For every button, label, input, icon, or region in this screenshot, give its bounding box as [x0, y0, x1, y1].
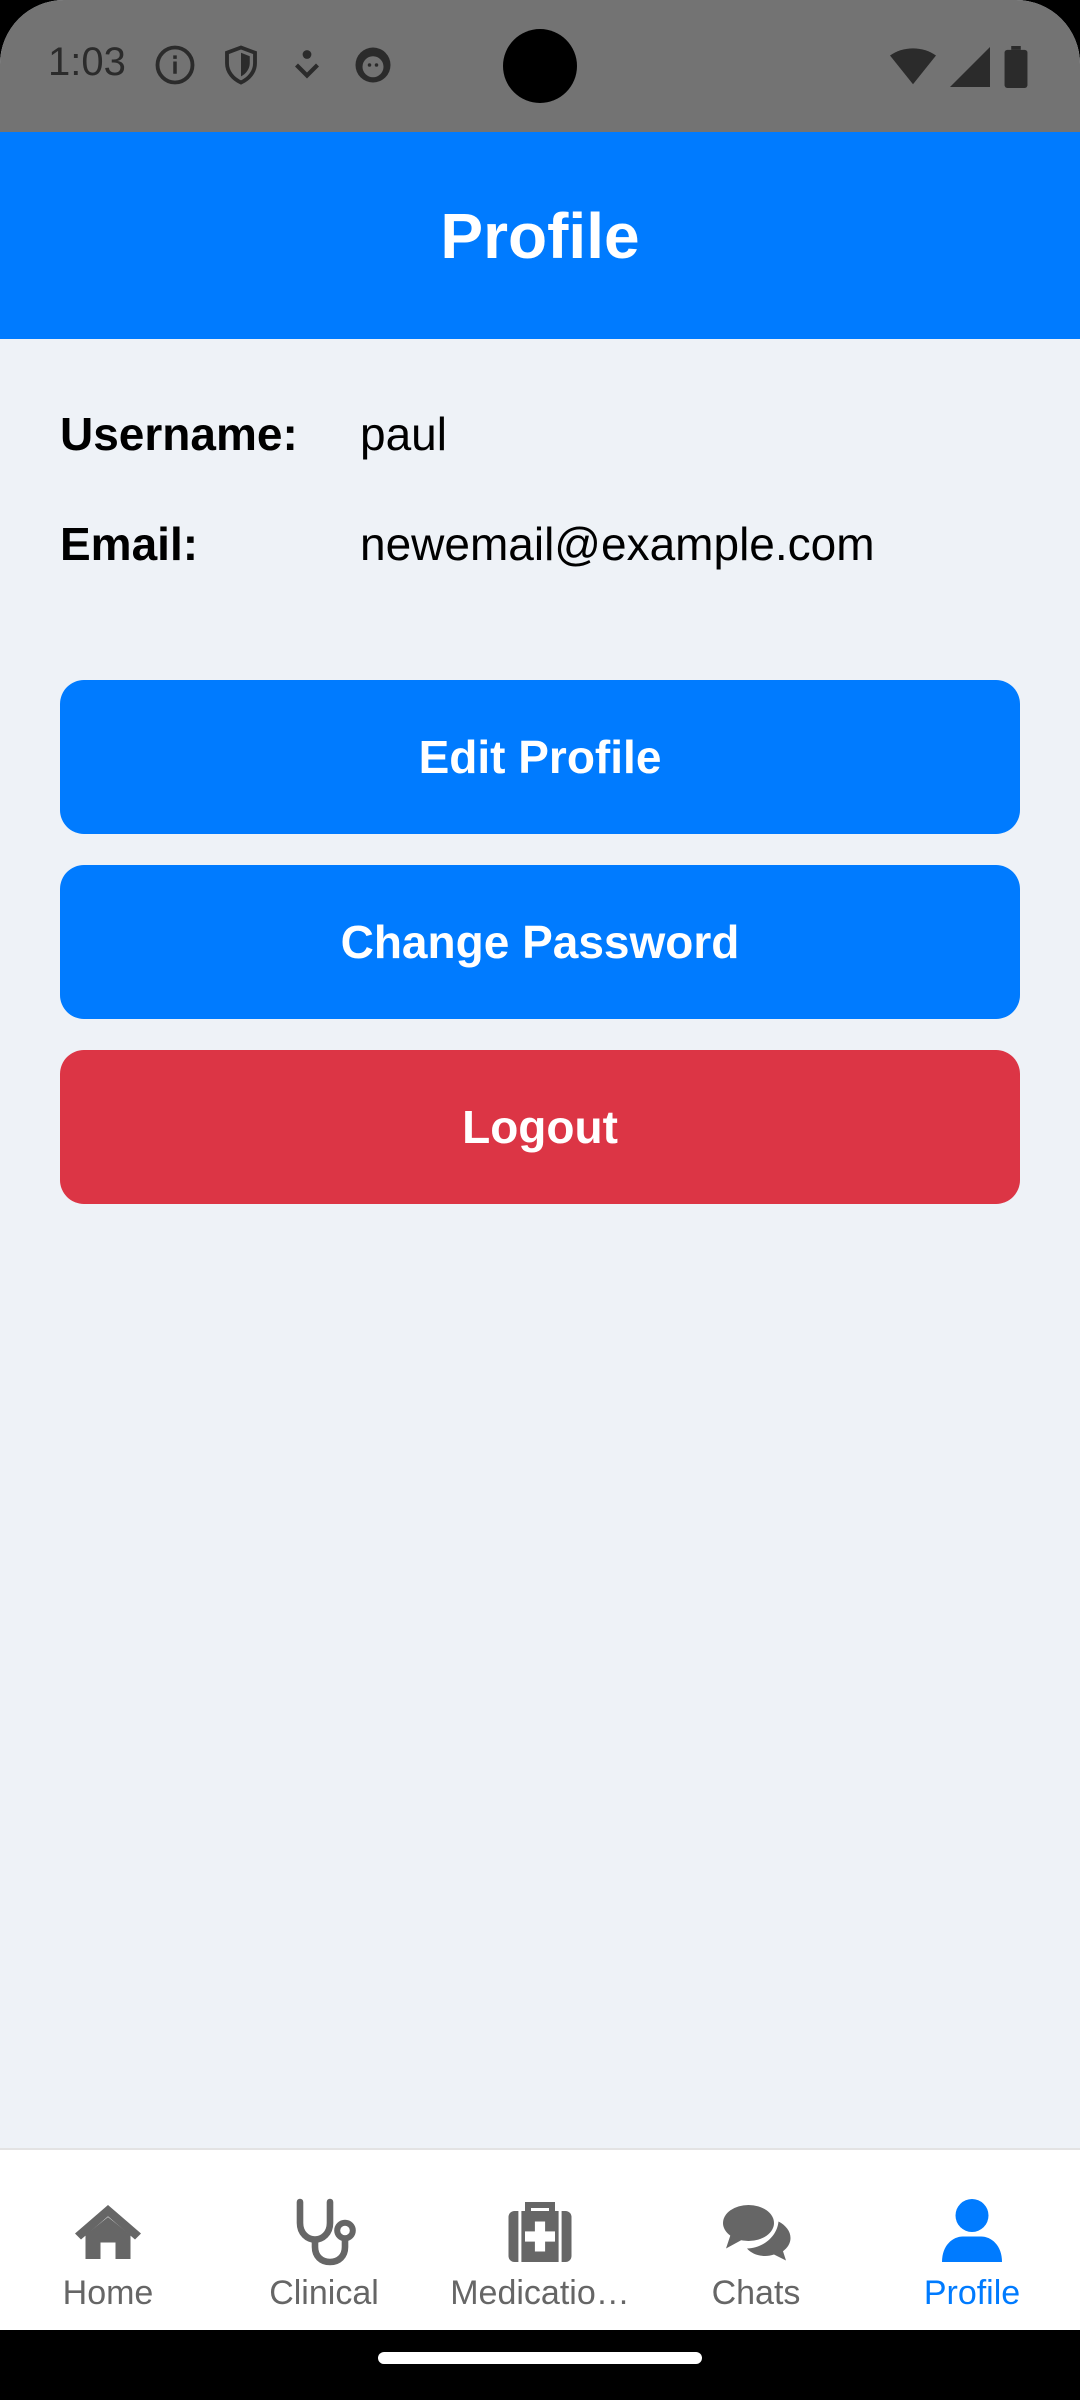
- nav-label-chats: Chats: [711, 2274, 801, 2312]
- logout-button[interactable]: Logout: [60, 1050, 1020, 1204]
- nav-item-home[interactable]: Home: [0, 2150, 216, 2330]
- edit-profile-button[interactable]: Edit Profile: [60, 680, 1020, 834]
- username-value: paul: [360, 408, 447, 460]
- download-icon: [286, 44, 328, 86]
- cat-icon: [352, 44, 394, 86]
- user-icon: [942, 2199, 1002, 2262]
- nav-item-profile[interactable]: Profile: [864, 2150, 1080, 2330]
- home-icon: [75, 2205, 141, 2259]
- device-frame: 1:03 Profile Username: paul Email: newem…: [0, 0, 1080, 2400]
- nav-item-chats[interactable]: Chats: [648, 2150, 864, 2330]
- username-label: Username:: [60, 408, 298, 460]
- chat-bubbles-icon: [723, 2205, 791, 2261]
- username-row: Username: paul: [60, 404, 447, 464]
- nav-item-clinical[interactable]: Clinical: [216, 2150, 432, 2330]
- home-indicator[interactable]: [378, 2352, 702, 2364]
- page-title: Profile: [440, 199, 640, 272]
- battery-icon: [1004, 46, 1028, 93]
- status-icons-left: [154, 44, 394, 86]
- email-label: Email:: [60, 518, 199, 570]
- status-icons-right: [890, 46, 1028, 93]
- shield-icon: [220, 44, 262, 86]
- app-header: Profile: [0, 132, 1080, 339]
- wifi-icon: [890, 47, 936, 92]
- app-screen: 1:03 Profile Username: paul Email: newem…: [0, 0, 1080, 2330]
- medical-kit-icon: [508, 2202, 572, 2262]
- bottom-nav: Home Clinical Medicatio… Chats Profile: [0, 2148, 1080, 2330]
- nav-label-clinical: Clinical: [269, 2274, 379, 2312]
- status-bar: 1:03: [0, 0, 1080, 132]
- nav-item-medications[interactable]: Medicatio…: [432, 2150, 648, 2330]
- camera-cutout: [503, 29, 577, 103]
- change-password-button[interactable]: Change Password: [60, 865, 1020, 1019]
- status-time: 1:03: [48, 40, 126, 84]
- info-icon: [154, 44, 196, 86]
- email-value: newemail@example.com: [360, 518, 875, 570]
- nav-label-profile: Profile: [923, 2274, 1021, 2312]
- stethoscope-icon: [296, 2198, 356, 2266]
- nav-label-home: Home: [62, 2274, 154, 2312]
- signal-icon: [950, 47, 990, 92]
- email-row: Email: newemail@example.com: [60, 514, 875, 574]
- nav-label-medications: Medicatio…: [450, 2274, 630, 2312]
